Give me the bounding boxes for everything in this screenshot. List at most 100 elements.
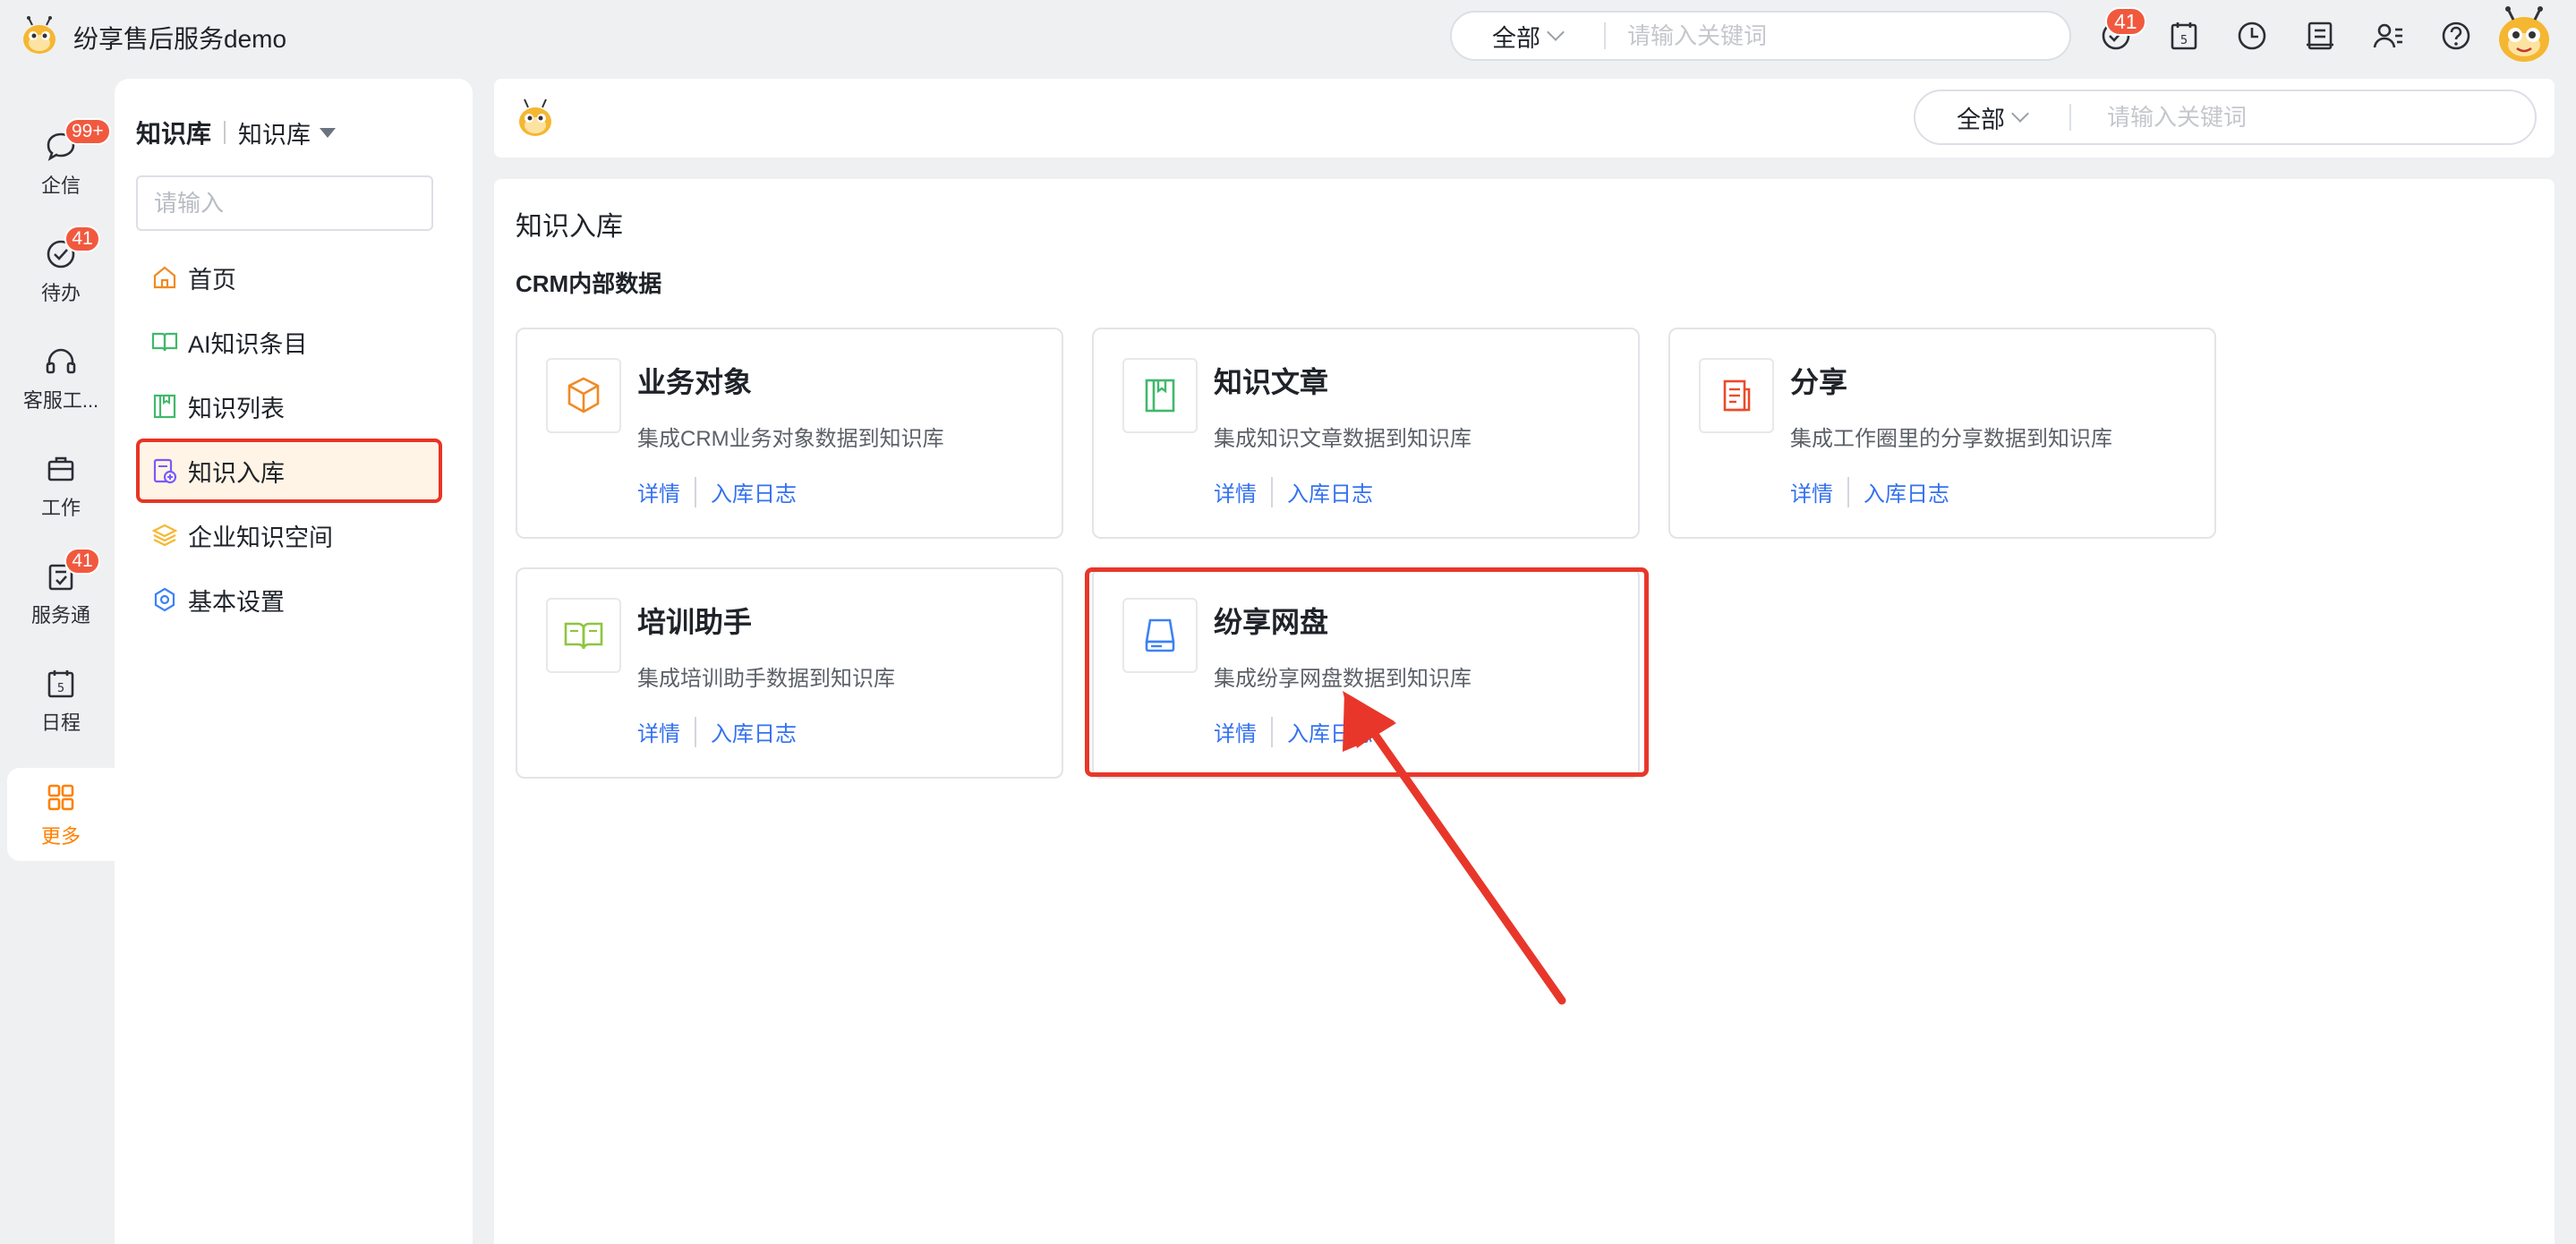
caret-down-icon[interactable] — [320, 127, 337, 138]
card-description: 集成工作圈里的分享数据到知识库 — [1790, 427, 2112, 451]
sidebar-item-ai-knowledge[interactable]: AI知识条目 — [136, 313, 442, 371]
details-link[interactable]: 详情 — [1214, 716, 1257, 747]
global-search-input[interactable] — [1627, 21, 2039, 50]
search-scope-select[interactable]: 全部 — [1452, 19, 1604, 54]
sidebar-item-knowledge-list[interactable]: 知识列表 — [136, 378, 442, 435]
link-divider — [695, 476, 696, 507]
notification-badge: 41 — [2105, 7, 2146, 36]
headset-icon — [46, 348, 76, 374]
details-link[interactable]: 详情 — [1214, 476, 1257, 507]
rail-item-more[interactable]: 更多 — [7, 768, 115, 861]
link-divider — [1271, 476, 1273, 507]
calendar-icon: 5 — [47, 670, 74, 698]
integration-card-business-object: 业务对象 集成CRM业务对象数据到知识库 详情 入库日志 — [516, 328, 1063, 539]
details-link[interactable]: 详情 — [1790, 476, 1833, 507]
settings-icon — [154, 587, 175, 612]
card-description: 集成CRM业务对象数据到知识库 — [637, 427, 944, 451]
rail-item-label: 工作 — [40, 497, 81, 519]
calendar-icon[interactable]: 5 — [2166, 18, 2202, 54]
app-title: 纷享售后服务demo — [73, 25, 287, 53]
link-divider — [1271, 716, 1273, 747]
article-icon — [1122, 358, 1198, 433]
rail-item-customer-service[interactable]: 客服工... — [7, 329, 115, 428]
sidebar-item-label: 基本设置 — [188, 588, 285, 616]
layers-icon — [151, 524, 178, 547]
knowledge-search[interactable]: 全部 — [1914, 89, 2537, 145]
contacts-icon[interactable] — [2370, 18, 2406, 54]
clock-icon[interactable] — [2234, 18, 2270, 54]
svg-text:5: 5 — [2180, 34, 2188, 47]
rail-item-service[interactable]: 服务通 41 — [7, 544, 115, 643]
sidebar-title: 知识库 — [136, 120, 212, 148]
rail-item-label: 日程 — [40, 711, 81, 734]
sidebar-search-input[interactable] — [136, 175, 433, 231]
rail-item-messages[interactable]: 企信 99+ — [7, 115, 115, 213]
cube-icon — [546, 358, 621, 433]
card-description: 集成纷享网盘数据到知识库 — [1214, 667, 1471, 691]
sidebar-item-settings[interactable]: 基本设置 — [136, 571, 442, 628]
rail-item-label: 服务通 — [30, 604, 90, 626]
import-log-link[interactable]: 入库日志 — [1287, 476, 1373, 507]
card-actions: 详情 入库日志 — [1214, 716, 1373, 747]
top-bar: 纷享售后服务demo 全部 41 5 — [0, 0, 2576, 72]
import-log-link[interactable]: 入库日志 — [711, 716, 797, 747]
report-icon[interactable] — [2302, 18, 2338, 54]
card-title: 知识文章 — [1214, 366, 1329, 398]
card-description: 集成知识文章数据到知识库 — [1214, 427, 1471, 451]
rail-item-schedule[interactable]: 5 日程 — [7, 652, 115, 750]
drive-icon — [1122, 598, 1198, 673]
card-actions: 详情 入库日志 — [637, 476, 797, 507]
sidebar-header: 知识库 知识库 — [136, 115, 337, 150]
card-actions: 详情 入库日志 — [1214, 476, 1373, 507]
sidebar-subtitle-select[interactable]: 知识库 — [238, 115, 311, 150]
rail-item-work[interactable]: 工作 — [7, 437, 115, 535]
book-icon — [151, 332, 178, 352]
content-panel: 知识入库 CRM内部数据 业务对象 集成CRM业务对象数据到知识库 详情 入库日… — [494, 179, 2555, 1244]
sidebar-item-label: 企业知识空间 — [188, 524, 333, 551]
import-log-link[interactable]: 入库日志 — [1864, 476, 1949, 507]
knowledge-search-input[interactable] — [2107, 103, 2501, 132]
search-scope-label: 全部 — [1492, 24, 1540, 52]
page-title: 知识入库 — [516, 212, 623, 242]
import-icon — [153, 458, 177, 484]
rail-item-label: 客服工... — [22, 389, 99, 412]
main-header: 全部 — [494, 79, 2555, 158]
integration-card-training-assistant: 培训助手 集成培训助手数据到知识库 详情 入库日志 — [516, 567, 1063, 779]
app-logo-icon[interactable] — [18, 16, 61, 55]
open-book-icon — [546, 598, 621, 673]
integration-card-share: 分享 集成工作圈里的分享数据到知识库 详情 入库日志 — [1668, 328, 2216, 539]
home-icon — [153, 266, 176, 289]
chevron-down-icon — [1547, 23, 1565, 41]
briefcase-icon — [47, 456, 74, 481]
grid-icon — [47, 784, 74, 811]
sidebar-item-label: 首页 — [188, 266, 236, 294]
user-avatar[interactable] — [2494, 5, 2555, 64]
card-title: 培训助手 — [637, 606, 753, 638]
search-divider — [1604, 22, 1606, 49]
title-divider — [224, 121, 226, 144]
help-icon[interactable] — [2438, 18, 2474, 54]
rail-badge: 41 — [64, 548, 100, 575]
card-actions: 详情 入库日志 — [637, 716, 797, 747]
details-link[interactable]: 详情 — [637, 476, 680, 507]
left-nav-rail: 企信 99+ 待办 41 客服工... 工作 服务通 41 5 日程 更多 — [0, 72, 115, 1244]
rail-item-label: 更多 — [40, 825, 81, 848]
card-title: 分享 — [1790, 366, 1848, 398]
link-divider — [1847, 476, 1849, 507]
search-divider — [2069, 104, 2071, 131]
import-log-link[interactable]: 入库日志 — [1287, 716, 1373, 747]
share-doc-icon — [1699, 358, 1774, 433]
integration-card-knowledge-article: 知识文章 集成知识文章数据到知识库 详情 入库日志 — [1092, 328, 1640, 539]
global-search[interactable]: 全部 — [1450, 11, 2071, 61]
search-scope-label: 全部 — [1957, 106, 2005, 133]
rail-item-todo[interactable]: 待办 41 — [7, 222, 115, 320]
card-description: 集成培训助手数据到知识库 — [637, 667, 895, 691]
sidebar-item-knowledge-import[interactable]: 知识入库 — [136, 439, 442, 503]
integration-card-netdisk: 纷享网盘 集成纷享网盘数据到知识库 详情 入库日志 — [1092, 567, 1640, 779]
sidebar-item-enterprise-space[interactable]: 企业知识空间 — [136, 507, 442, 564]
knowledge-search-scope-select[interactable]: 全部 — [1915, 100, 2069, 135]
sidebar-item-home[interactable]: 首页 — [136, 249, 442, 306]
details-link[interactable]: 详情 — [637, 716, 680, 747]
import-log-link[interactable]: 入库日志 — [711, 476, 797, 507]
rail-badge: 99+ — [64, 118, 111, 145]
